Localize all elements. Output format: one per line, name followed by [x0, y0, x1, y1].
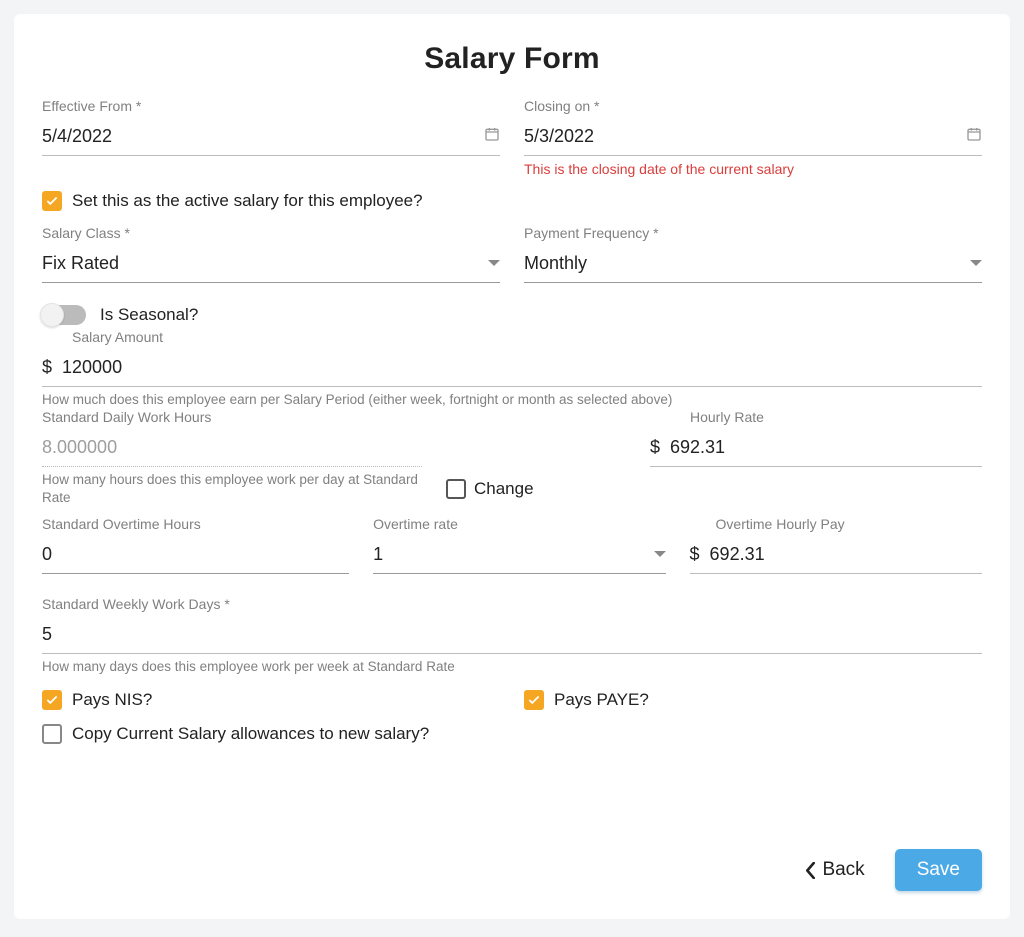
- chevron-left-icon: [805, 862, 816, 879]
- std-overtime-hours-input[interactable]: [42, 540, 349, 569]
- chevron-down-icon: [970, 260, 982, 266]
- back-button[interactable]: Back: [793, 853, 876, 887]
- closing-on-label: Closing on *: [524, 98, 982, 114]
- payment-frequency-label: Payment Frequency *: [524, 225, 982, 241]
- salary-amount-field[interactable]: $: [42, 349, 982, 387]
- effective-from-field[interactable]: [42, 118, 500, 156]
- std-weekly-days-help: How many days does this employee work pe…: [42, 658, 982, 676]
- hourly-rate-input[interactable]: [670, 433, 982, 462]
- calendar-icon[interactable]: [476, 126, 500, 147]
- chevron-down-icon: [654, 551, 666, 557]
- active-salary-label: Set this as the active salary for this e…: [72, 191, 423, 211]
- std-daily-hours-field[interactable]: [42, 429, 422, 467]
- salary-amount-input[interactable]: [62, 353, 982, 382]
- salary-amount-label: Salary Amount: [72, 329, 982, 345]
- active-salary-checkbox[interactable]: [42, 191, 62, 211]
- closing-on-help: This is the closing date of the current …: [524, 160, 982, 179]
- pays-nis-checkbox[interactable]: [42, 690, 62, 710]
- overtime-hourly-pay-input[interactable]: [710, 540, 982, 569]
- effective-from-input[interactable]: [42, 122, 476, 151]
- overtime-rate-value: 1: [373, 544, 645, 565]
- std-daily-hours-input[interactable]: [42, 433, 422, 462]
- std-overtime-hours-field[interactable]: [42, 536, 349, 574]
- std-weekly-days-input[interactable]: [42, 620, 982, 649]
- back-label: Back: [822, 859, 864, 881]
- std-overtime-hours-label: Standard Overtime Hours: [42, 516, 349, 532]
- overtime-hourly-pay-label: Overtime Hourly Pay: [716, 516, 982, 532]
- is-seasonal-label: Is Seasonal?: [100, 305, 198, 325]
- page-title: Salary Form: [42, 42, 982, 76]
- pays-paye-label: Pays PAYE?: [554, 690, 649, 710]
- currency-prefix: $: [650, 437, 660, 458]
- overtime-hourly-pay-field[interactable]: $: [690, 536, 982, 574]
- std-daily-hours-label: Standard Daily Work Hours: [42, 409, 422, 425]
- copy-allowances-checkbox[interactable]: [42, 724, 62, 744]
- currency-prefix: $: [690, 544, 700, 565]
- salary-class-select[interactable]: Fix Rated: [42, 245, 500, 283]
- hourly-rate-label: Hourly Rate: [690, 409, 982, 425]
- change-label: Change: [474, 479, 534, 499]
- overtime-rate-select[interactable]: 1: [373, 536, 665, 574]
- payment-frequency-select[interactable]: Monthly: [524, 245, 982, 283]
- closing-on-input[interactable]: [524, 122, 958, 151]
- save-button[interactable]: Save: [895, 849, 982, 891]
- salary-amount-help: How much does this employee earn per Sal…: [42, 391, 982, 409]
- calendar-icon[interactable]: [958, 126, 982, 147]
- std-weekly-days-label: Standard Weekly Work Days *: [42, 596, 982, 612]
- chevron-down-icon: [488, 260, 500, 266]
- std-daily-hours-help: How many hours does this employee work p…: [42, 471, 422, 507]
- pays-nis-label: Pays NIS?: [72, 690, 152, 710]
- pays-paye-checkbox[interactable]: [524, 690, 544, 710]
- closing-on-field[interactable]: [524, 118, 982, 156]
- std-weekly-days-field[interactable]: [42, 616, 982, 654]
- is-seasonal-toggle[interactable]: [42, 305, 86, 325]
- payment-frequency-value: Monthly: [524, 253, 962, 274]
- salary-class-label: Salary Class *: [42, 225, 500, 241]
- currency-prefix: $: [42, 357, 52, 378]
- salary-class-value: Fix Rated: [42, 253, 480, 274]
- hourly-rate-field[interactable]: $: [650, 429, 982, 467]
- copy-allowances-label: Copy Current Salary allowances to new sa…: [72, 724, 429, 744]
- change-checkbox[interactable]: [446, 479, 466, 499]
- overtime-rate-label: Overtime rate: [373, 516, 665, 532]
- effective-from-label: Effective From *: [42, 98, 500, 114]
